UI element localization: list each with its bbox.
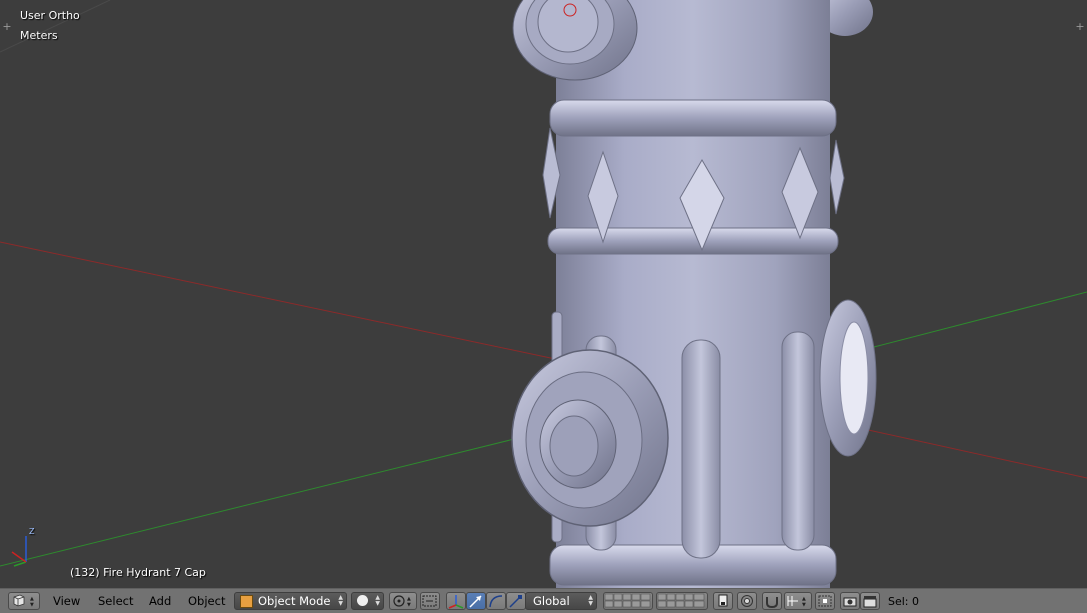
- translate-manipulator-button[interactable]: [466, 592, 486, 610]
- pivot-icon: ▲ ▼: [393, 595, 411, 608]
- render-animation-button[interactable]: [860, 592, 880, 610]
- layer-buttons[interactable]: [603, 592, 653, 610]
- units-label: Meters: [20, 29, 58, 42]
- svg-text:▼: ▼: [30, 602, 34, 608]
- chevron-updown-icon: ▲ ▼: [588, 594, 593, 607]
- solid-shading-icon: [357, 595, 368, 606]
- scale-icon: [509, 595, 522, 608]
- snap-element-selector[interactable]: ▲ ▼: [784, 592, 812, 610]
- axis-gizmo-z-label: Z: [29, 527, 35, 536]
- selection-count-label: Sel: 0: [888, 595, 920, 608]
- layers-grid-icon: [657, 593, 705, 608]
- region-expand-icon-right[interactable]: +: [1075, 21, 1085, 32]
- editor-type-selector[interactable]: ▲ ▼: [8, 592, 40, 610]
- y-axis-line-right: [869, 291, 1087, 349]
- menu-object[interactable]: Object: [188, 594, 225, 608]
- layers-grid-icon: [604, 593, 651, 608]
- upper-ring: [549, 99, 837, 137]
- proportional-circle-icon: [741, 595, 753, 607]
- object-info-label: (132) Fire Hydrant 7 Cap: [70, 566, 206, 579]
- menu-view[interactable]: View: [53, 594, 80, 608]
- snap-increment-icon: ▲ ▼: [787, 596, 806, 608]
- manipulate-center-button[interactable]: [420, 592, 440, 610]
- mode-label: Object Mode: [258, 594, 331, 608]
- diamond-stud: [829, 139, 845, 215]
- viewport-scene: [0, 0, 1087, 588]
- mode-selector[interactable]: Object Mode ▲ ▼: [234, 592, 347, 610]
- side-cap-left-selected: [511, 349, 669, 527]
- band-ring-top: [547, 227, 839, 255]
- x-axis-line: [0, 241, 561, 361]
- pivot-point-selector[interactable]: ▲ ▼: [389, 592, 417, 610]
- snap-toggle-button[interactable]: [762, 592, 782, 610]
- vertical-rib: [681, 339, 721, 559]
- manipulator-icon: [448, 595, 464, 609]
- rotate-manipulator-button[interactable]: [486, 592, 506, 610]
- region-expand-icon[interactable]: +: [2, 21, 12, 32]
- snap-target-button[interactable]: [815, 592, 835, 610]
- 3d-view-icon: ▲ ▼: [13, 594, 34, 608]
- 3d-view-header: ▲ ▼ View Select Add Object Object Mode ▲…: [0, 588, 1087, 613]
- orientation-label: Global: [533, 594, 570, 608]
- y-axis-line: [0, 423, 576, 567]
- manipulator-toggle[interactable]: [446, 592, 466, 610]
- snap-target-icon: [818, 595, 832, 607]
- magnet-icon: [766, 597, 778, 609]
- vertical-rib: [781, 331, 815, 551]
- arrow-icon: [469, 595, 482, 608]
- rotate-arc-icon: [489, 595, 503, 608]
- render-image-button[interactable]: [840, 592, 860, 610]
- view-name-label: User Ortho: [20, 9, 80, 22]
- document-icon: [718, 594, 728, 607]
- layer-buttons-2[interactable]: [656, 592, 708, 610]
- transform-orientation-selector[interactable]: Global ▲ ▼: [525, 592, 597, 610]
- camera-icon: [843, 597, 857, 607]
- grid-line: [0, 0, 111, 53]
- 3d-viewport[interactable]: User Ortho Meters (132) Fire Hydrant 7 C…: [0, 0, 1087, 588]
- chevron-updown-icon: ▲ ▼: [375, 594, 380, 607]
- lock-camera-button[interactable]: [713, 592, 733, 610]
- clapperboard-icon: [863, 596, 877, 608]
- menu-select[interactable]: Select: [98, 594, 133, 608]
- object-mode-icon: [240, 595, 253, 608]
- menu-add[interactable]: Add: [149, 594, 171, 608]
- center-points-icon: [422, 595, 437, 607]
- proportional-edit-button[interactable]: [737, 592, 757, 610]
- svg-text:▼: ▼: [407, 602, 411, 608]
- svg-text:▼: ▼: [802, 602, 806, 608]
- viewport-shading-selector[interactable]: ▲ ▼: [351, 592, 384, 610]
- scale-manipulator-button[interactable]: [506, 592, 526, 610]
- chevron-updown-icon: ▲ ▼: [338, 594, 343, 607]
